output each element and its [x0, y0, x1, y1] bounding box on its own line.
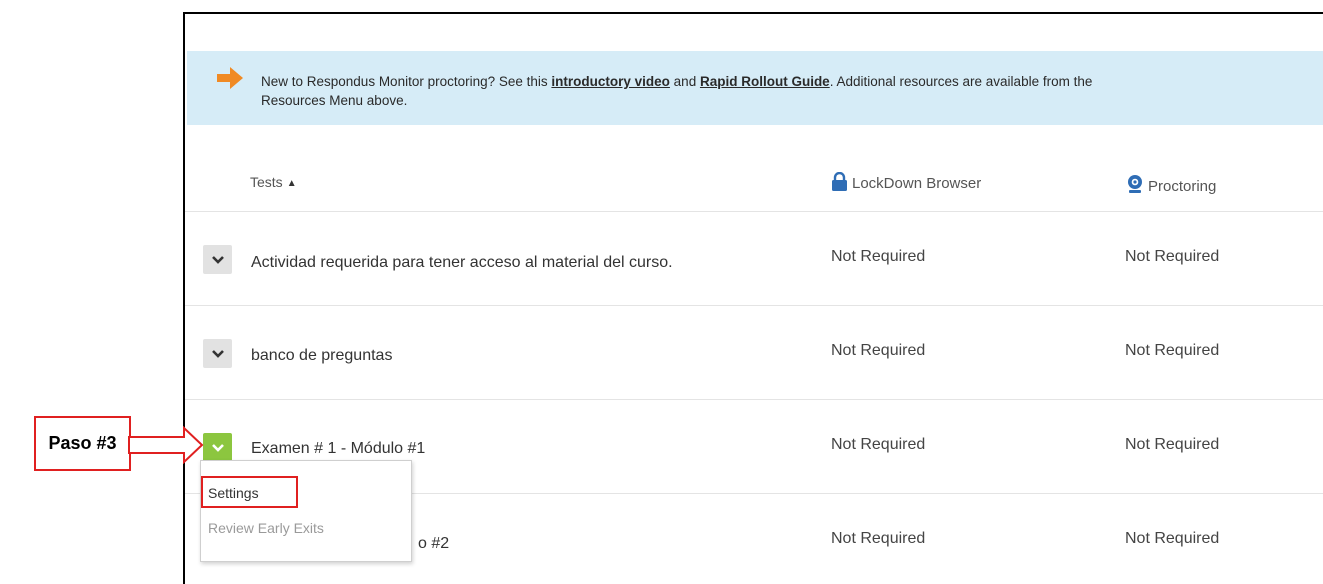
table-row: banco de preguntas Not Required Not Requ…: [185, 306, 1323, 400]
proctoring-status: Not Required: [1125, 248, 1220, 265]
tests-column-header[interactable]: Tests ▲: [250, 174, 297, 190]
row-actions-dropdown: Settings Review Early Exits: [200, 460, 412, 562]
test-title[interactable]: Actividad requerida para tener acceso al…: [251, 254, 673, 272]
proctoring-status: Not Required: [1125, 342, 1220, 359]
lockdown-status: Not Required: [831, 530, 926, 547]
rapid-rollout-guide-link[interactable]: Rapid Rollout Guide: [700, 74, 830, 89]
test-title[interactable]: o #2: [418, 535, 449, 553]
lockdown-status: Not Required: [831, 436, 926, 453]
menu-item-settings[interactable]: Settings: [208, 485, 259, 501]
menu-item-review-early-exits[interactable]: Review Early Exits: [208, 520, 324, 536]
lockdown-status: Not Required: [831, 342, 926, 359]
arrow-right-icon: [217, 67, 243, 89]
row-menu-button-active[interactable]: [203, 433, 232, 462]
row-menu-button[interactable]: [203, 339, 232, 368]
test-title[interactable]: banco de preguntas: [251, 347, 392, 365]
chevron-down-icon: [211, 255, 224, 264]
table-row: Actividad requerida para tener acceso al…: [185, 212, 1323, 306]
proctoring-column-header: Proctoring: [1126, 174, 1216, 195]
introductory-video-link[interactable]: introductory video: [551, 74, 670, 89]
lockdown-column-header: LockDown Browser: [831, 172, 981, 192]
lock-icon: [832, 172, 847, 191]
step-annotation-label: Paso #3: [34, 416, 131, 471]
row-menu-button[interactable]: [203, 245, 232, 274]
banner-message: New to Respondus Monitor proctoring? See…: [261, 74, 1093, 108]
info-banner: New to Respondus Monitor proctoring? See…: [187, 51, 1323, 125]
proctoring-status: Not Required: [1125, 530, 1220, 547]
webcam-icon: [1128, 175, 1142, 193]
annotation-arrow-icon: [128, 426, 204, 464]
chevron-down-icon: [211, 349, 224, 358]
test-title[interactable]: Examen # 1 - Módulo #1: [251, 440, 425, 458]
proctoring-status: Not Required: [1125, 436, 1220, 453]
table-header: Tests ▲ LockDown Browser Proctoring: [185, 125, 1323, 212]
sort-ascending-icon: ▲: [286, 178, 297, 189]
lockdown-status: Not Required: [831, 248, 926, 265]
chevron-down-icon: [211, 443, 224, 452]
